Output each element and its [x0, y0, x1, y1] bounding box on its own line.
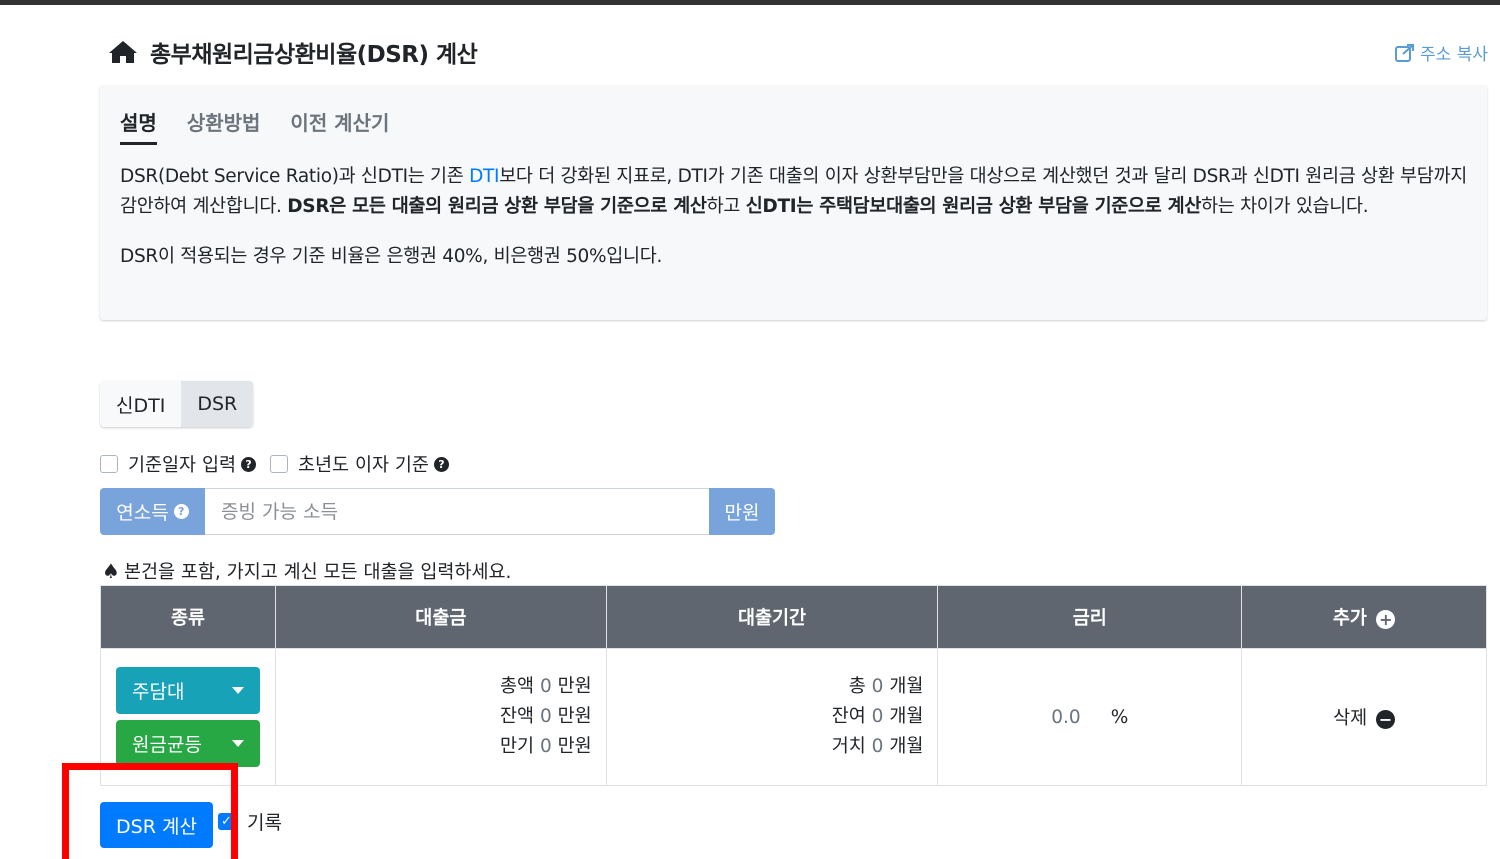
loan-type-dropdown[interactable]: 주담대: [116, 667, 260, 714]
record-option[interactable]: ✓ 기록: [218, 808, 282, 835]
income-unit: 만원: [709, 488, 775, 535]
description-paragraph-2: DSR이 적용되는 경우 기준 비율은 은행권 40%, 비은행권 50%입니다…: [120, 246, 663, 267]
mode-new-dti-button[interactable]: 신DTI: [100, 381, 182, 427]
amount-balance-label: 잔액: [500, 706, 535, 727]
amount-maturity[interactable]: 만기 0 만원: [277, 732, 592, 762]
base-date-label: 기준일자 입력: [128, 455, 237, 476]
amount-unit: 만원: [557, 676, 592, 697]
tab-repayment-method[interactable]: 상환방법: [187, 107, 261, 145]
first-year-interest-label: 초년도 이자 기준: [298, 455, 429, 476]
interest-rate-unit: %: [1110, 706, 1129, 728]
description-paragraph-1: DSR(Debt Service Ratio)과 신DTI는 기존 DTI보다 …: [120, 162, 1470, 222]
desc-text: DSR(Debt Service Ratio)과 신DTI는 기존: [120, 166, 470, 187]
income-label: 연소득 ?: [100, 488, 205, 535]
period-remaining-value[interactable]: 0: [872, 706, 884, 727]
spade-icon: ♠: [102, 559, 120, 583]
record-label: 기록: [247, 812, 282, 834]
loan-type-cell: 주담대 원금균등: [100, 648, 276, 786]
record-checkbox[interactable]: ✓: [218, 813, 235, 830]
period-remaining-label: 잔여: [831, 706, 866, 727]
amount-maturity-label: 만기: [500, 736, 535, 757]
delete-label: 삭제: [1333, 708, 1368, 729]
tab-previous-calculator[interactable]: 이전 계산기: [290, 107, 389, 145]
mode-toggle: 신DTI DSR: [100, 381, 254, 427]
amount-balance[interactable]: 잔액 0 만원: [277, 702, 592, 732]
amount-balance-value[interactable]: 0: [540, 706, 552, 727]
period-remaining[interactable]: 잔여 0 개월: [608, 702, 924, 732]
home-icon: [109, 41, 137, 63]
page-header: 총부채원리금상환비율(DSR) 계산: [108, 34, 478, 70]
period-total[interactable]: 총 0 개월: [608, 672, 924, 702]
amount-maturity-value[interactable]: 0: [540, 736, 552, 757]
copy-address-link[interactable]: 주소 복사: [1394, 40, 1488, 65]
header-add-label: 추가: [1332, 608, 1367, 629]
header-amount: 대출금: [274, 585, 607, 649]
period-total-label: 총: [848, 676, 866, 697]
loan-instruction: ♠ 본건을 포함, 가지고 계신 모든 대출을 입력하세요.: [102, 558, 511, 584]
loan-type-value: 주담대: [132, 681, 185, 703]
interest-rate-input[interactable]: 0.0: [1051, 707, 1080, 728]
loan-table-header: 종류 대출금 대출기간 금리 추가 +: [100, 585, 1487, 649]
amount-unit: 만원: [557, 736, 592, 757]
loan-table: 종류 대출금 대출기간 금리 추가 + 주담대 원금균등 총액 0 만원 잔액 …: [100, 585, 1487, 786]
loan-amount-cell: 총액 0 만원 잔액 0 만원 만기 0 만원: [274, 648, 607, 786]
page-title: 총부채원리금상환비율(DSR) 계산: [150, 42, 478, 68]
amount-unit: 만원: [557, 706, 592, 727]
header-add[interactable]: 추가 +: [1241, 585, 1487, 649]
delete-button[interactable]: 삭제 −: [1333, 708, 1396, 729]
delete-cell: 삭제 −: [1241, 648, 1487, 786]
mode-dsr-button[interactable]: DSR: [181, 381, 254, 427]
desc-bold-dsr: DSR은 모든 대출의 원리금 상환 부담을 기준으로 계산: [287, 196, 707, 217]
loan-instruction-text: 본건을 포함, 가지고 계신 모든 대출을 입력하세요.: [123, 562, 512, 583]
period-grace[interactable]: 거치 0 개월: [608, 732, 924, 762]
first-year-interest-checkbox[interactable]: [270, 455, 289, 473]
first-year-interest-option[interactable]: 초년도 이자 기준 ?: [270, 451, 449, 477]
help-icon[interactable]: ?: [241, 456, 257, 472]
plus-circle-icon[interactable]: +: [1376, 609, 1396, 629]
tab-description[interactable]: 설명: [120, 107, 157, 145]
period-grace-label: 거치: [831, 736, 866, 757]
header-type: 종류: [100, 585, 276, 649]
amount-total[interactable]: 총액 0 만원: [277, 672, 592, 702]
description-text: DSR(Debt Service Ratio)과 신DTI는 기존 DTI보다 …: [120, 162, 1470, 292]
caret-down-icon: [232, 740, 244, 747]
header-period: 대출기간: [605, 585, 939, 649]
header-rate: 금리: [937, 585, 1243, 649]
info-card: 설명 상환방법 이전 계산기 DSR(Debt Service Ratio)과 …: [100, 85, 1487, 320]
amount-total-label: 총액: [500, 676, 535, 697]
share-icon: [1395, 43, 1415, 62]
copy-address-label: 주소 복사: [1420, 45, 1488, 65]
base-date-option[interactable]: 기준일자 입력 ?: [100, 451, 257, 477]
period-unit: 개월: [889, 706, 924, 727]
income-label-text: 연소득: [116, 502, 169, 524]
income-input-group: 연소득 ? 만원: [100, 488, 775, 535]
repayment-method-dropdown[interactable]: 원금균등: [116, 720, 260, 767]
interest-rate-cell: 0.0%: [937, 648, 1243, 786]
period-total-value[interactable]: 0: [872, 676, 884, 697]
income-input[interactable]: [205, 488, 709, 535]
loan-period-cell: 총 0 개월 잔여 0 개월 거치 0 개월: [605, 648, 939, 786]
desc-text: 하는 차이가 있습니다.: [1201, 196, 1369, 217]
help-icon[interactable]: ?: [433, 456, 449, 472]
caret-down-icon: [232, 687, 244, 694]
minus-circle-icon[interactable]: −: [1376, 709, 1396, 729]
info-tabs: 설명 상환방법 이전 계산기: [120, 107, 419, 145]
base-date-checkbox[interactable]: [100, 455, 118, 473]
dsr-calculate-button[interactable]: DSR 계산: [100, 802, 213, 848]
table-row: 주담대 원금균등 총액 0 만원 잔액 0 만원 만기 0 만원 총 0 개월 …: [100, 648, 1487, 786]
period-unit: 개월: [889, 736, 924, 757]
period-grace-value[interactable]: 0: [872, 736, 884, 757]
period-unit: 개월: [889, 676, 924, 697]
repayment-method-value: 원금균등: [132, 734, 202, 756]
top-border: [0, 0, 1500, 5]
amount-total-value[interactable]: 0: [540, 676, 552, 697]
dti-link[interactable]: DTI: [469, 166, 499, 187]
options-row: 기준일자 입력 ? 초년도 이자 기준 ?: [100, 451, 463, 477]
desc-text: 하고: [706, 196, 746, 217]
help-icon[interactable]: ?: [173, 504, 189, 519]
desc-bold-new-dti: 신DTI는 주택담보대출의 원리금 상환 부담을 기준으로 계산: [745, 196, 1202, 217]
